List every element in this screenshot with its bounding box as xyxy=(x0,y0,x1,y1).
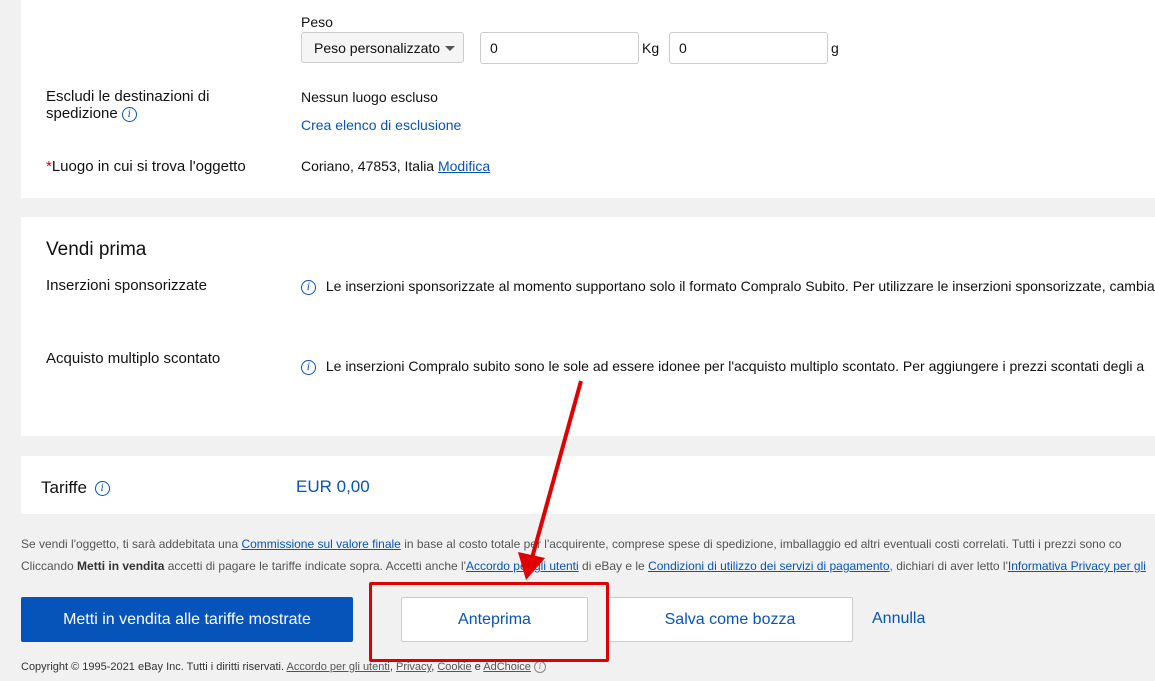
legal-line2-d: , dichiari di aver letto l' xyxy=(889,559,1008,573)
fees-card xyxy=(21,456,1155,514)
footer-privacy-link[interactable]: Privacy xyxy=(396,661,431,673)
final-value-fee-link[interactable]: Commissione sul valore finale xyxy=(241,537,400,551)
weight-type-select-value: Peso personalizzato xyxy=(314,40,441,56)
legal-line1-a: Se vendi l'oggetto, ti sarà addebitata u… xyxy=(21,537,242,551)
user-agreement-link[interactable]: Accordo per gli utenti xyxy=(466,559,579,573)
sponsored-listings-label: Inserzioni sponsorizzate xyxy=(46,277,207,294)
save-draft-button[interactable]: Salva come bozza xyxy=(607,597,853,642)
legal-line-1: Se vendi l'oggetto, ti sarà addebitata u… xyxy=(21,537,1122,551)
exclude-label-line1: Escludi le destinazioni di xyxy=(46,88,210,105)
payments-terms-link[interactable]: Condizioni di utilizzo dei servizi di pa… xyxy=(648,559,889,573)
fees-value: EUR 0,00 xyxy=(296,477,370,496)
legal-line2-b: accetti di pagare le tariffe indicate so… xyxy=(164,559,466,573)
list-item-button[interactable]: Metti in vendita alle tariffe mostrate xyxy=(21,597,353,642)
privacy-notice-link[interactable]: Informativa Privacy per gli xyxy=(1008,559,1146,573)
sponsored-listings-text: Le inserzioni sponsorizzate al momento s… xyxy=(325,278,1155,294)
item-location-text: Coriano, 47853, Italia xyxy=(301,158,435,174)
kg-unit-label: Kg xyxy=(642,40,660,56)
footer-user-agreement-link[interactable]: Accordo per gli utenti xyxy=(287,661,390,673)
info-icon: i xyxy=(301,279,316,295)
footer-and: e xyxy=(471,661,484,673)
item-location-label: *Luogo in cui si trova l'oggetto xyxy=(46,158,246,175)
chevron-down-icon xyxy=(445,46,455,51)
sell-faster-title: Vendi prima xyxy=(46,239,147,260)
create-exclusion-list-link[interactable]: Crea elenco di esclusione xyxy=(301,117,461,133)
exclude-value: Nessun luogo escluso xyxy=(301,89,438,105)
fees-label: Tariffe i xyxy=(41,478,110,498)
copyright-footer: Copyright © 1995-2021 eBay Inc. Tutti i … xyxy=(21,661,546,674)
weight-type-select[interactable]: Peso personalizzato xyxy=(301,32,464,63)
fees-label-text: Tariffe xyxy=(41,478,87,497)
sell-faster-card xyxy=(21,217,1155,436)
copyright-text: Copyright © 1995-2021 eBay Inc. Tutti i … xyxy=(21,661,287,673)
item-location-edit-link[interactable]: Modifica xyxy=(438,158,490,174)
adchoice-icon[interactable]: i xyxy=(534,661,546,674)
item-location-label-text: Luogo in cui si trova l'oggetto xyxy=(51,158,246,175)
legal-line2-bold: Metti in vendita xyxy=(77,559,165,573)
footer-adchoice-link[interactable]: AdChoice xyxy=(483,661,531,673)
sponsored-listings-info: i Le inserzioni sponsorizzate al momento… xyxy=(301,278,1155,295)
item-location-value: Coriano, 47853, Italia Modifica xyxy=(301,158,490,174)
weight-g-input[interactable] xyxy=(669,32,828,64)
g-unit-label: g xyxy=(831,40,839,56)
weight-label: Peso xyxy=(301,14,333,30)
cancel-link[interactable]: Annulla xyxy=(872,610,925,628)
legal-line2-a: Cliccando xyxy=(21,559,78,573)
info-icon: i xyxy=(301,359,316,375)
volume-pricing-label: Acquisto multiplo scontato xyxy=(46,350,221,367)
legal-line2-c: di eBay e le xyxy=(578,559,649,573)
info-icon[interactable]: i xyxy=(121,106,137,122)
volume-pricing-text: Le inserzioni Compralo subito sono le so… xyxy=(325,358,1145,374)
annotation-highlight-box xyxy=(369,582,609,662)
exclude-label-line2: spedizione xyxy=(46,105,118,122)
weight-kg-input[interactable] xyxy=(480,32,639,64)
exclude-destinations-label: Escludi le destinazioni di spedizione i xyxy=(46,88,209,122)
legal-line-2: Cliccando Metti in vendita accetti di pa… xyxy=(21,559,1146,573)
footer-cookie-link[interactable]: Cookie xyxy=(437,661,471,673)
legal-line1-b: in base al costo totale per l'acquirente… xyxy=(400,537,1122,551)
volume-pricing-info: i Le inserzioni Compralo subito sono le … xyxy=(301,358,1144,375)
info-icon[interactable]: i xyxy=(94,481,110,497)
